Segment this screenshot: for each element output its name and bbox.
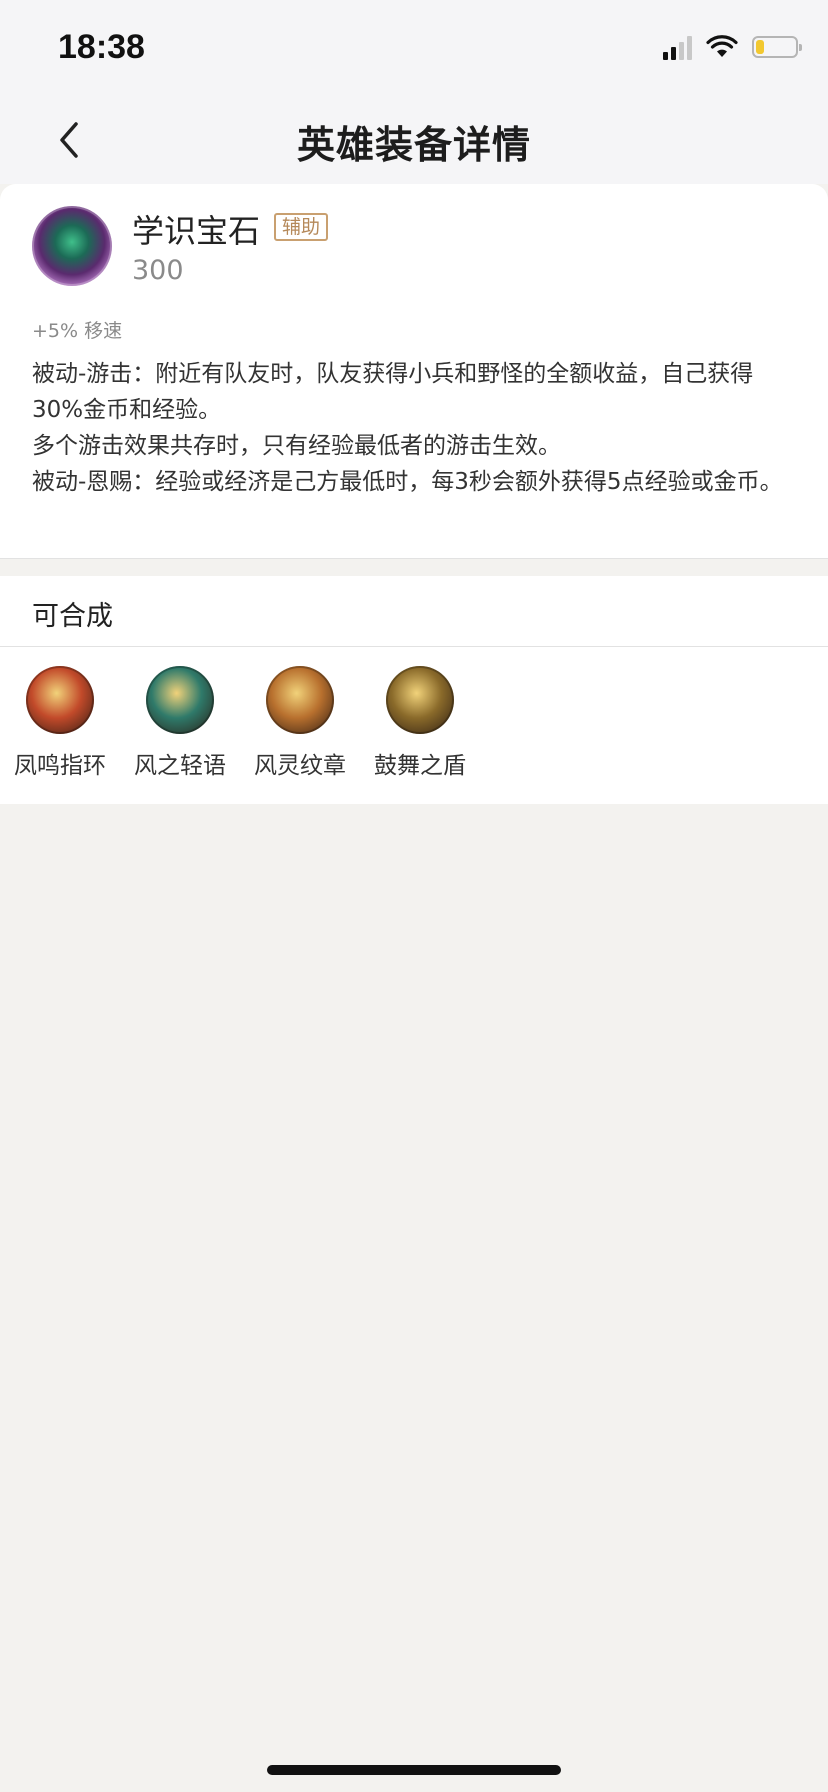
- composable-item-inspiring-shield[interactable]: 鼓舞之盾: [360, 666, 480, 780]
- composable-list: 凤鸣指环 风之轻语 风灵纹章 鼓舞之盾: [0, 666, 480, 780]
- emblem-icon: [266, 666, 334, 734]
- composable-item-label: 风之轻语: [134, 753, 226, 779]
- page-title: 英雄装备详情: [296, 123, 531, 167]
- status-bar: 18:38: [0, 0, 828, 96]
- wifi-icon: [706, 35, 738, 57]
- status-icons: [663, 34, 802, 60]
- item-description: 被动-游击：附近有队友时，队友获得小兵和野怪的全额收益，自己获得30%金币和经验…: [32, 356, 796, 500]
- composable-header: 可合成: [0, 576, 828, 647]
- home-indicator[interactable]: [267, 1765, 561, 1775]
- composable-item-wind-emblem[interactable]: 风灵纹章: [240, 666, 360, 780]
- item-detail-card: 学识宝石 辅助 300 +5% 移速 被动-游击：附近有队友时，队友获得小兵和野…: [0, 184, 828, 559]
- description-line: 被动-恩赐：经验或经济是己方最低时，每3秒会额外获得5点经验或金币。: [32, 469, 783, 495]
- item-price: 300: [132, 255, 184, 286]
- navigation-bar: 英雄装备详情: [0, 96, 828, 184]
- composable-section: 可合成 凤鸣指环 风之轻语 风灵纹章 鼓舞之盾: [0, 576, 828, 804]
- cellular-signal-icon: [663, 34, 692, 60]
- item-gem-icon: [32, 206, 112, 286]
- composable-item-wind-whisper[interactable]: 风之轻语: [120, 666, 240, 780]
- status-time: 18:38: [58, 28, 145, 66]
- ring-icon: [26, 666, 94, 734]
- composable-item-label: 凤鸣指环: [14, 753, 106, 779]
- battery-level-fill: [756, 40, 764, 54]
- item-name: 学识宝石: [132, 212, 261, 250]
- composable-item-phoenix-ring[interactable]: 凤鸣指环: [0, 666, 120, 780]
- shield-icon: [386, 666, 454, 734]
- composable-item-label: 风灵纹章: [254, 753, 346, 779]
- battery-icon: [752, 36, 802, 58]
- ring-icon: [146, 666, 214, 734]
- item-category-badge: 辅助: [274, 213, 329, 241]
- composable-item-label: 鼓舞之盾: [374, 753, 466, 779]
- description-line: 被动-游击：附近有队友时，队友获得小兵和野怪的全额收益，自己获得30%金币和经验…: [32, 361, 754, 423]
- item-attribute: +5% 移速: [32, 320, 123, 342]
- composable-title: 可合成: [32, 601, 113, 632]
- description-line: 多个游击效果共存时，只有经验最低者的游击生效。: [32, 433, 561, 459]
